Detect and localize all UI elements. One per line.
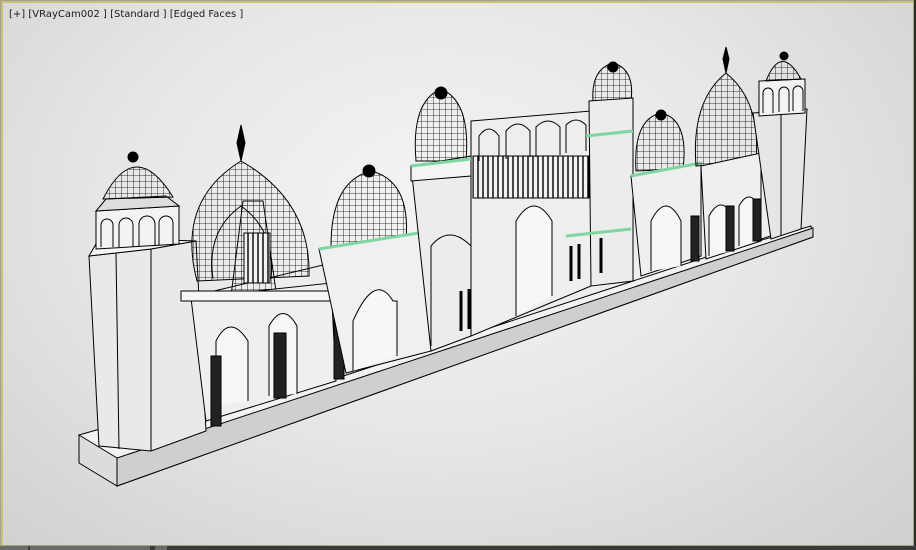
right-dome [630,109,702,277]
right-onion-dome [694,46,762,260]
strip-segment [155,546,167,550]
palace-gate-model[interactable] [1,1,914,546]
strip-segment [30,546,150,550]
viewport-bottom-strip [0,546,916,550]
viewport[interactable]: [+] [VRayCam002 ] [Standard ] [Edged Fac… [0,0,914,546]
strip-segment [0,546,28,550]
left-onion-dome [191,124,310,297]
